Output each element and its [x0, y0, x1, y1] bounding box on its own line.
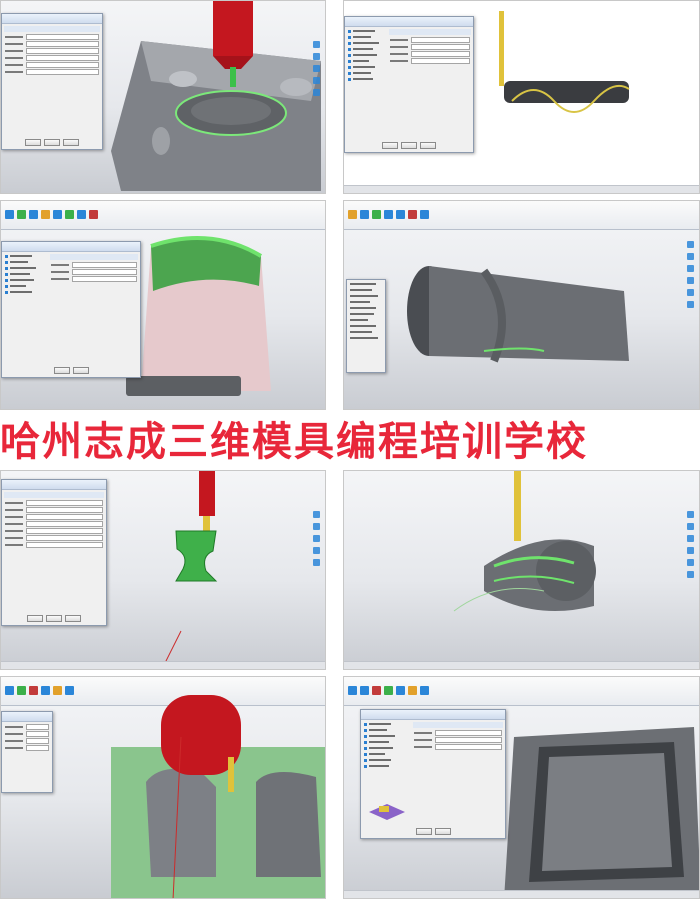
- watermark-banner: 哈州志成三维模具编程培训学校: [0, 418, 588, 465]
- toolpath-dialog[interactable]: [1, 13, 103, 150]
- tool-dialog[interactable]: [1, 479, 107, 626]
- strategy-tree[interactable]: [361, 720, 411, 770]
- ok-button[interactable]: [27, 615, 43, 622]
- panel-pocket-milling: [0, 0, 326, 194]
- apply-button[interactable]: [401, 142, 417, 149]
- preview-icon: [369, 804, 405, 820]
- screenshot-collage: { "banner": { "text": "哈州志成三维模具编程培训学校" }…: [0, 0, 700, 899]
- panel-electrode-part: [0, 470, 326, 670]
- viewport-3d[interactable]: [344, 471, 700, 670]
- ok-button[interactable]: [382, 142, 398, 149]
- right-toolbar[interactable]: [313, 511, 321, 566]
- panel-blade-model: [343, 200, 700, 410]
- apply-button[interactable]: [46, 615, 62, 622]
- panel-surface-finishing: [0, 200, 326, 410]
- strategy-dialog[interactable]: [344, 16, 474, 153]
- panel-5axis-cone: [343, 470, 700, 670]
- finishing-dialog[interactable]: [360, 709, 506, 839]
- right-toolbar[interactable]: [313, 41, 321, 96]
- ok-button[interactable]: [25, 139, 41, 146]
- finishing-dialog[interactable]: [1, 241, 141, 378]
- simulation-dialog[interactable]: [1, 711, 53, 793]
- viewport-3d[interactable]: [344, 201, 700, 410]
- panel-mold-core: [343, 676, 700, 899]
- cancel-button[interactable]: [420, 142, 436, 149]
- context-menu[interactable]: [346, 279, 386, 373]
- cancel-button[interactable]: [65, 615, 81, 622]
- panel-helix-milling: [343, 0, 700, 194]
- strategy-tree[interactable]: [345, 27, 387, 83]
- ok-button[interactable]: [415, 828, 432, 835]
- right-toolbar[interactable]: [687, 511, 695, 578]
- strategy-tree[interactable]: [2, 252, 48, 296]
- right-toolbar[interactable]: [687, 241, 695, 308]
- cancel-button[interactable]: [63, 139, 79, 146]
- apply-button[interactable]: [44, 139, 60, 146]
- cancel-button[interactable]: [434, 828, 451, 835]
- cancel-button[interactable]: [72, 367, 89, 374]
- ok-button[interactable]: [53, 367, 70, 374]
- panel-simulation: [0, 676, 326, 899]
